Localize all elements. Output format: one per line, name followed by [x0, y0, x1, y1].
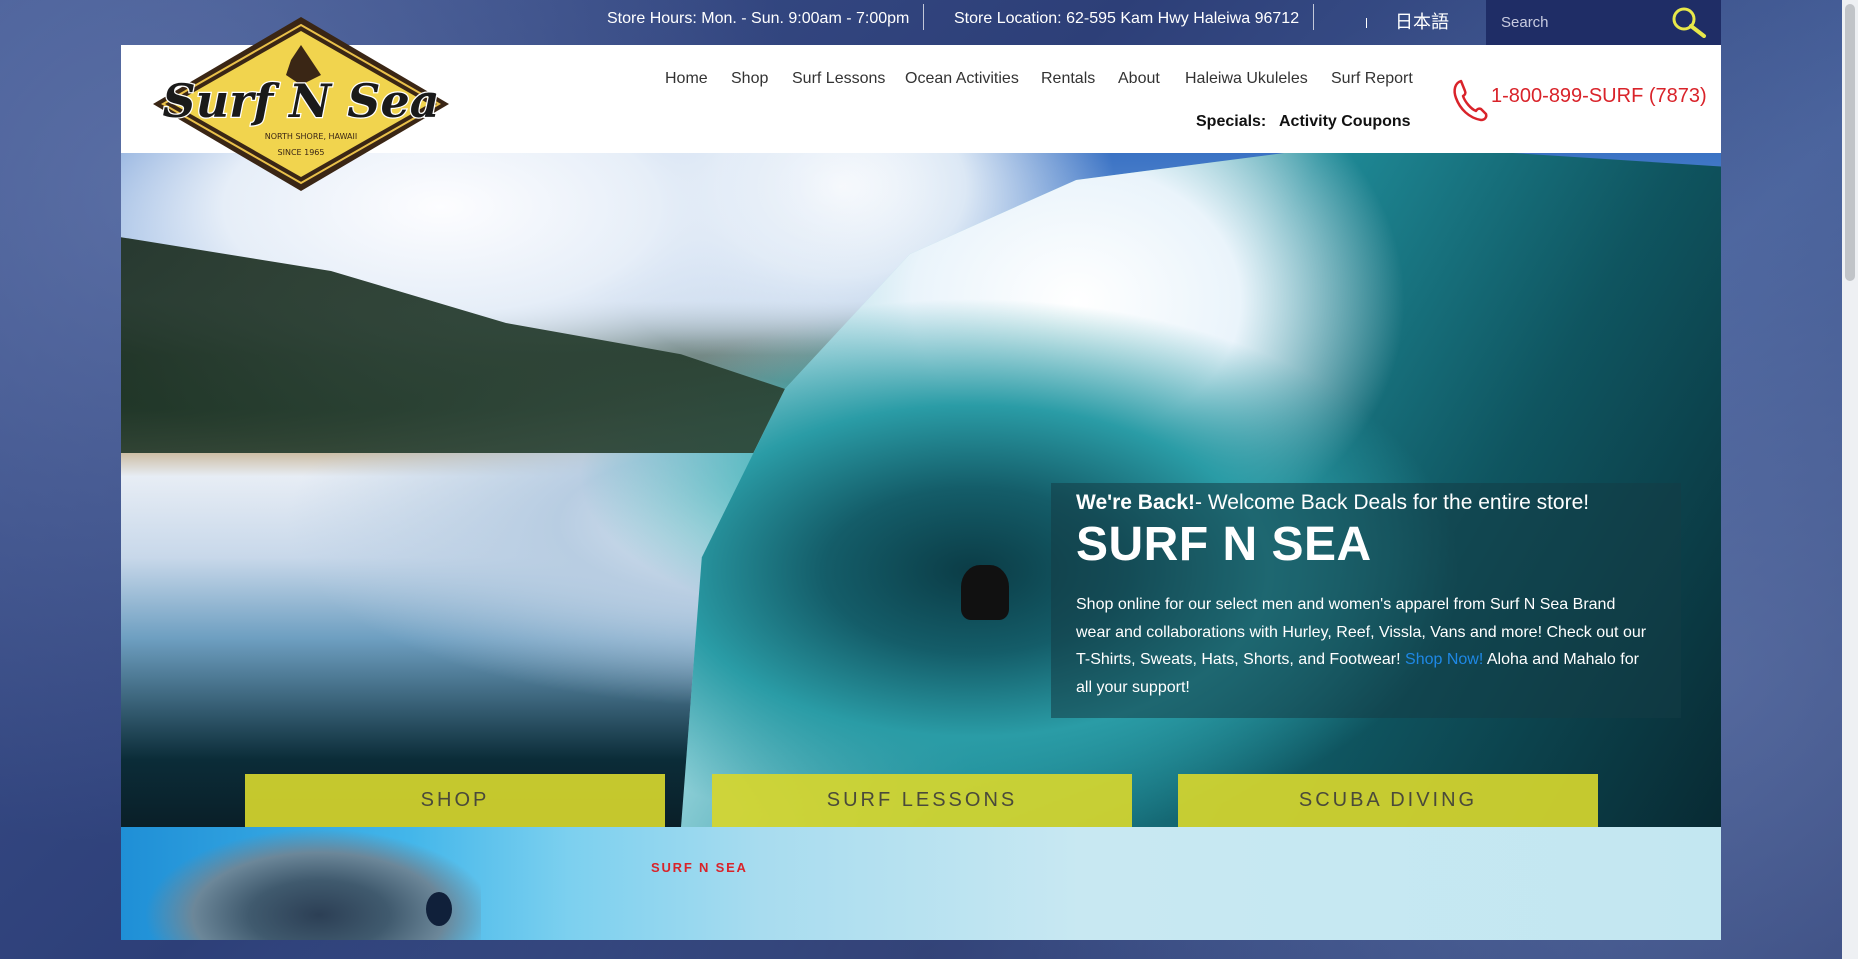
section-strip: SURF N SEA: [121, 827, 1721, 940]
nav-item-surf-report[interactable]: Surf Report: [1331, 70, 1413, 88]
store-hours: Store Hours: Mon. - Sun. 9:00am - 7:00pm: [607, 10, 910, 27]
nav-item-ocean-activities[interactable]: Ocean Activities: [905, 70, 1019, 88]
scuba-diving-button[interactable]: SCUBA DIVING: [1178, 774, 1598, 827]
nav-item-about[interactable]: About: [1118, 70, 1160, 88]
nav-item-surf-lessons[interactable]: Surf Lessons: [792, 70, 885, 88]
shop-now-link[interactable]: Shop Now!: [1405, 651, 1483, 668]
phone-link[interactable]: 1-800-899-SURF (7873): [1491, 85, 1707, 108]
phone-icon: [1453, 79, 1488, 122]
promo-lead-bold: We're Back!: [1076, 491, 1195, 514]
promo-body: Shop online for our select men and women…: [1076, 591, 1651, 701]
divider: [1313, 4, 1314, 30]
turtle-eye: [426, 892, 452, 926]
surf-n-sea-logo[interactable]: Surf N Sea NORTH SHORE, HAWAII SINCE 196…: [151, 15, 451, 193]
surf-lessons-button[interactable]: SURF LESSONS: [712, 774, 1132, 827]
page: Store Hours: Mon. - Sun. 9:00am - 7:00pm…: [121, 0, 1721, 940]
scrollbar[interactable]: [1842, 0, 1858, 959]
hero-banner: We're Back!- Welcome Back Deals for the …: [121, 153, 1721, 827]
hero-hills: [121, 237, 821, 453]
promo-lead-text: - Welcome Back Deals for the entire stor…: [1195, 491, 1590, 514]
surfer-figure: [961, 565, 1009, 620]
promo-title: SURF N SEA: [1076, 518, 1372, 571]
language-link-japanese[interactable]: 日本語: [1395, 8, 1449, 34]
nav-item-home[interactable]: Home: [665, 70, 708, 88]
logo-text: Surf N Sea: [162, 74, 439, 128]
search-input[interactable]: [1486, 0, 1666, 45]
logo-since: SINCE 1965: [278, 148, 325, 157]
store-location: Store Location: 62-595 Kam Hwy Haleiwa 9…: [954, 10, 1300, 27]
search-icon[interactable]: [1671, 6, 1707, 38]
activity-coupons-link[interactable]: Activity Coupons: [1279, 113, 1411, 131]
specials-label: Specials:: [1196, 113, 1267, 130]
nav-item-haleiwa-ukuleles[interactable]: Haleiwa Ukuleles: [1185, 70, 1308, 88]
turtle-image: [121, 827, 481, 940]
divider: [1366, 18, 1367, 28]
section-label: SURF N SEA: [651, 860, 748, 875]
scrollbar-thumb[interactable]: [1845, 4, 1855, 281]
divider: [923, 4, 924, 30]
nav-item-shop[interactable]: Shop: [731, 70, 768, 88]
promo-panel: We're Back!- Welcome Back Deals for the …: [1051, 483, 1681, 718]
nav-item-rentals[interactable]: Rentals: [1041, 70, 1095, 88]
shop-button[interactable]: SHOP: [245, 774, 665, 827]
promo-lead: We're Back!- Welcome Back Deals for the …: [1076, 491, 1589, 515]
logo-subtitle: NORTH SHORE, HAWAII: [265, 132, 358, 141]
